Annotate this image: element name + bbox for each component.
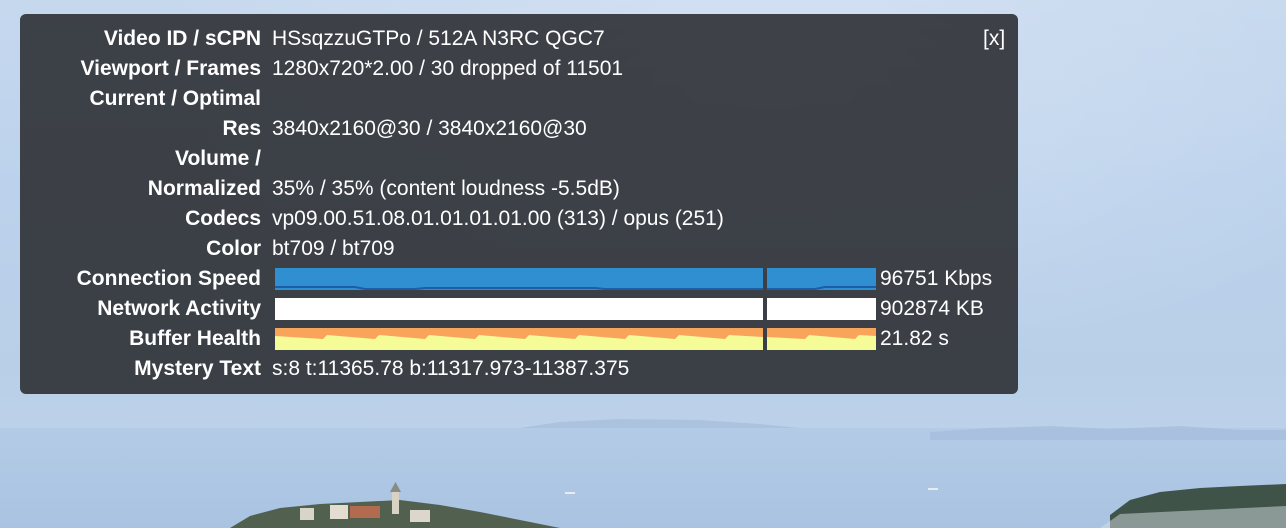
row-network-activity: Network Activity 902874 KB (20, 294, 1018, 324)
row-codecs: Codecs vp09.00.51.08.01.01.01.01.00 (313… (20, 204, 1018, 234)
row-mystery-text: Mystery Text s:8 t:11365.78 b:11317.973-… (20, 354, 1018, 384)
network-activity-graph (275, 298, 876, 320)
viewport-value: 1280x720*2.00 / 30 dropped of 11501 (272, 57, 624, 80)
row-res: Res 3840x2160@30 / 3840x2160@30 (20, 114, 1018, 144)
connection-speed-label: Connection Speed (76, 267, 261, 290)
row-current-optimal: Current / Optimal (20, 84, 1018, 114)
mystery-text-label: Mystery Text (134, 357, 261, 380)
color-value: bt709 / bt709 (272, 237, 395, 260)
normalized-label: Normalized (147, 177, 261, 200)
video-id-value: HSsqzzuGTPo / 512A N3RC QGC7 (272, 27, 605, 50)
row-volume: Volume / (20, 144, 1018, 174)
viewport-label: Viewport / Frames (80, 57, 261, 80)
current-optimal-label: Current / Optimal (89, 87, 261, 110)
connection-speed-value: 96751 Kbps (880, 267, 993, 290)
color-label: Color (206, 237, 261, 260)
row-video-id: Video ID / sCPN HSsqzzuGTPo / 512A N3RC … (20, 24, 1018, 54)
volume-label: Volume / (175, 147, 261, 170)
mystery-text-value: s:8 t:11365.78 b:11317.973-11387.375 (272, 357, 630, 380)
row-normalized: Normalized 35% / 35% (content loudness -… (20, 174, 1018, 204)
network-activity-value: 902874 KB (880, 297, 984, 320)
stats-for-nerds-panel: [x] Video ID / sCPN HSsqzzuGTPo / 512A N… (20, 14, 1018, 394)
row-buffer-health: Buffer Health 21.82 s (20, 324, 1018, 354)
buffer-health-value: 21.82 s (880, 327, 949, 350)
row-viewport: Viewport / Frames 1280x720*2.00 / 30 dro… (20, 54, 1018, 84)
res-label: Res (222, 117, 261, 140)
connection-speed-graph (275, 268, 876, 290)
row-color: Color bt709 / bt709 (20, 234, 1018, 264)
normalized-value: 35% / 35% (content loudness -5.5dB) (272, 177, 620, 200)
res-value: 3840x2160@30 / 3840x2160@30 (272, 117, 587, 140)
codecs-value: vp09.00.51.08.01.01.01.01.00 (313) / opu… (272, 207, 724, 230)
buffer-health-graph (275, 328, 876, 350)
codecs-label: Codecs (185, 207, 261, 230)
video-id-label: Video ID / sCPN (103, 27, 261, 50)
buffer-health-label: Buffer Health (129, 327, 261, 350)
network-activity-label: Network Activity (97, 297, 261, 320)
row-connection-speed: Connection Speed 96751 Kbps (20, 264, 1018, 294)
